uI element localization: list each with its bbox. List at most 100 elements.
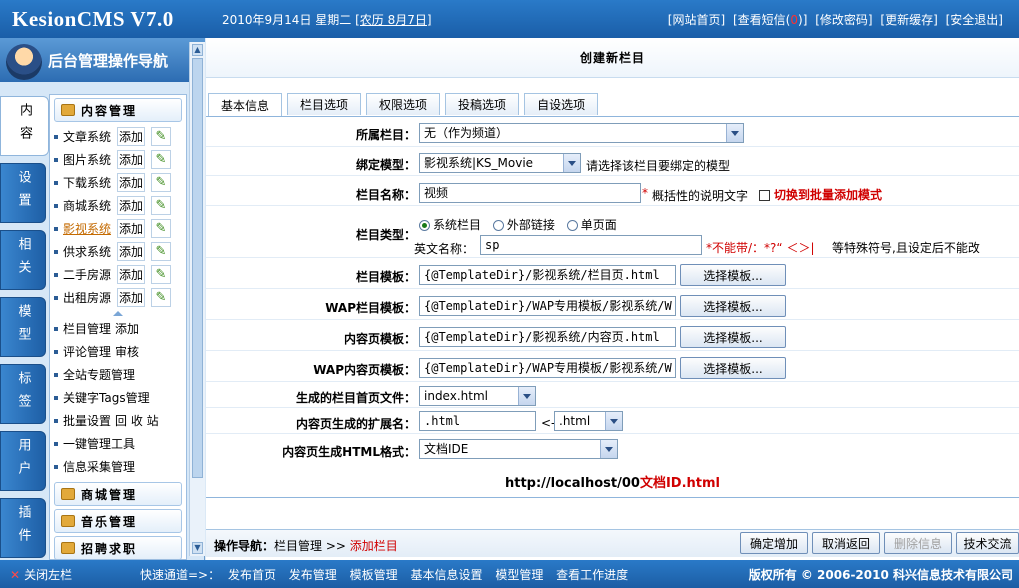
module-link[interactable]: 文章系统 [63,128,117,145]
vtab-related[interactable]: 相关 [0,230,46,290]
quick-publish-manage[interactable]: 发布管理 [289,568,337,582]
module-add-button[interactable]: 添加 [117,219,145,238]
tab-submission-options[interactable]: 投稿选项 [445,93,520,115]
nav-link[interactable]: 全站专题管理 [63,366,135,383]
sidebar-scrollbar[interactable]: ▲ ▼ [189,42,205,556]
module-link[interactable]: 下载系统 [63,174,117,191]
radio-external-link[interactable]: 外部链接 [492,218,555,232]
vtab-label: 相关 [15,237,31,283]
module-add-button[interactable]: 添加 [117,288,145,307]
lunar-date-link[interactable]: [农历 8月7日] [355,13,431,27]
form-area: 所属栏目： 无（作为频道） 绑定模型： 影视系统|KS_Movie 请选择该栏目… [206,116,1019,498]
column-template-input[interactable]: {@TemplateDir}/影视系统/栏目页.html [419,265,676,285]
tab-basic-info[interactable]: 基本信息 [208,93,283,117]
module-add-button[interactable]: 添加 [117,127,145,146]
module-add-button[interactable]: 添加 [117,242,145,261]
scroll-down-icon[interactable]: ▼ [192,542,203,554]
folder-icon [61,104,75,116]
confirm-add-button[interactable]: 确定增加 [740,532,808,554]
quick-template-manage[interactable]: 模板管理 [350,568,398,582]
logout-link[interactable]: [安全退出] [946,13,1003,27]
parent-select[interactable]: 无（作为频道） [419,123,744,143]
section-content-manage[interactable]: 内容管理 [54,98,182,122]
vtab-plugins[interactable]: 插件 [0,498,46,558]
quick-basic-settings[interactable]: 基本信息设置 [410,568,482,582]
index-file-select[interactable]: index.html [419,386,536,406]
pencil-icon[interactable]: ✎ [151,196,171,215]
scroll-up-icon[interactable]: ▲ [192,44,203,56]
extension-select[interactable]: .html [554,411,623,431]
content-template-input[interactable]: {@TemplateDir}/影视系统/内容页.html [419,327,676,347]
radio-system-column[interactable]: 系统栏目 [419,218,481,232]
bullet-icon [54,372,58,377]
choose-column-template-button[interactable]: 选择模板... [680,264,786,286]
vtab-users[interactable]: 用户 [0,431,46,491]
wap-content-template-input[interactable]: {@TemplateDir}/WAP专用模板/影视系统/W [419,358,676,378]
nav-link-extra[interactable]: 添加 [115,320,139,337]
nav-link[interactable]: 关键字Tags管理 [63,389,150,406]
scroll-thumb[interactable] [192,58,203,478]
vtab-label: 用户 [15,438,31,484]
quick-publish-home[interactable]: 发布首页 [228,568,276,582]
nav-link[interactable]: 一键管理工具 [63,435,135,452]
nav-link[interactable]: 栏目管理 [63,320,111,337]
batch-mode-toggle[interactable]: 切换到批量添加模式 [759,186,882,203]
vtab-settings[interactable]: 设置 [0,163,46,223]
update-cache-link[interactable]: [更新缓存] [880,13,937,27]
module-add-button[interactable]: 添加 [117,265,145,284]
module-add-button[interactable]: 添加 [117,173,145,192]
name-input[interactable]: 视频 [419,183,641,203]
english-name-input[interactable]: sp [480,235,702,255]
model-select[interactable]: 影视系统|KS_Movie [419,153,581,173]
change-password-link[interactable]: [修改密码] [815,13,872,27]
delete-info-button[interactable]: 删除信息 [884,532,952,554]
module-add-button[interactable]: 添加 [117,150,145,169]
quick-model-manage[interactable]: 模型管理 [495,568,543,582]
module-link[interactable]: 图片系统 [63,151,117,168]
module-link[interactable]: 商城系统 [63,197,117,214]
tab-column-options[interactable]: 栏目选项 [287,93,362,115]
choose-content-template-button[interactable]: 选择模板... [680,326,786,348]
vtab-content[interactable]: 内容 [0,96,49,156]
collapse-arrow-icon[interactable] [50,309,186,317]
pencil-icon[interactable]: ✎ [151,265,171,284]
section-music-manage[interactable]: 音乐管理 [54,509,182,533]
module-add-button[interactable]: 添加 [117,196,145,215]
pencil-icon[interactable]: ✎ [151,288,171,307]
pencil-icon[interactable]: ✎ [151,127,171,146]
extension-input[interactable]: .html [419,411,536,431]
messages-link[interactable]: [查看短信(0)] [733,13,807,27]
tech-exchange-button[interactable]: 技术交流 [956,532,1019,554]
html-format-select[interactable]: 文档IDE [419,439,618,459]
tab-custom-options[interactable]: 自设选项 [524,93,599,115]
choose-wap-content-template-button[interactable]: 选择模板... [680,357,786,379]
pencil-icon[interactable]: ✎ [151,219,171,238]
vtab-models[interactable]: 模型 [0,297,46,357]
quick-work-progress[interactable]: 查看工作进度 [556,568,628,582]
tab-permission-options[interactable]: 权限选项 [366,93,441,115]
nav-link[interactable]: 批量设置 [63,412,111,429]
batch-mode-checkbox[interactable] [759,190,770,201]
choose-wap-column-template-button[interactable]: 选择模板... [680,295,786,317]
pencil-icon[interactable]: ✎ [151,173,171,192]
section-shop-manage[interactable]: 商城管理 [54,482,182,506]
module-link[interactable]: 影视系统 [63,220,117,237]
nav-link-extra[interactable]: 回 收 站 [115,412,159,429]
pencil-icon[interactable]: ✎ [151,150,171,169]
nav-link[interactable]: 评论管理 [63,343,111,360]
wap-column-template-input[interactable]: {@TemplateDir}/WAP专用模板/影视系统/W [419,296,676,316]
nav-link-extra[interactable]: 审核 [115,343,139,360]
close-left-panel-button[interactable]: ✕ 关闭左栏 [10,566,72,583]
module-link[interactable]: 二手房源 [63,266,117,283]
home-link[interactable]: [网站首页] [668,13,725,27]
radio-single-page[interactable]: 单页面 [566,218,617,232]
vtab-tags[interactable]: 标签 [0,364,46,424]
cancel-return-button[interactable]: 取消返回 [812,532,880,554]
nav-link[interactable]: 信息采集管理 [63,458,135,475]
breadcrumb-column-manage[interactable]: 栏目管理 [274,539,322,553]
module-link[interactable]: 出租房源 [63,289,117,306]
section-jobs-manage[interactable]: 招聘求职 [54,536,182,559]
close-left-label: 关闭左栏 [24,568,73,582]
pencil-icon[interactable]: ✎ [151,242,171,261]
module-link[interactable]: 供求系统 [63,243,117,260]
